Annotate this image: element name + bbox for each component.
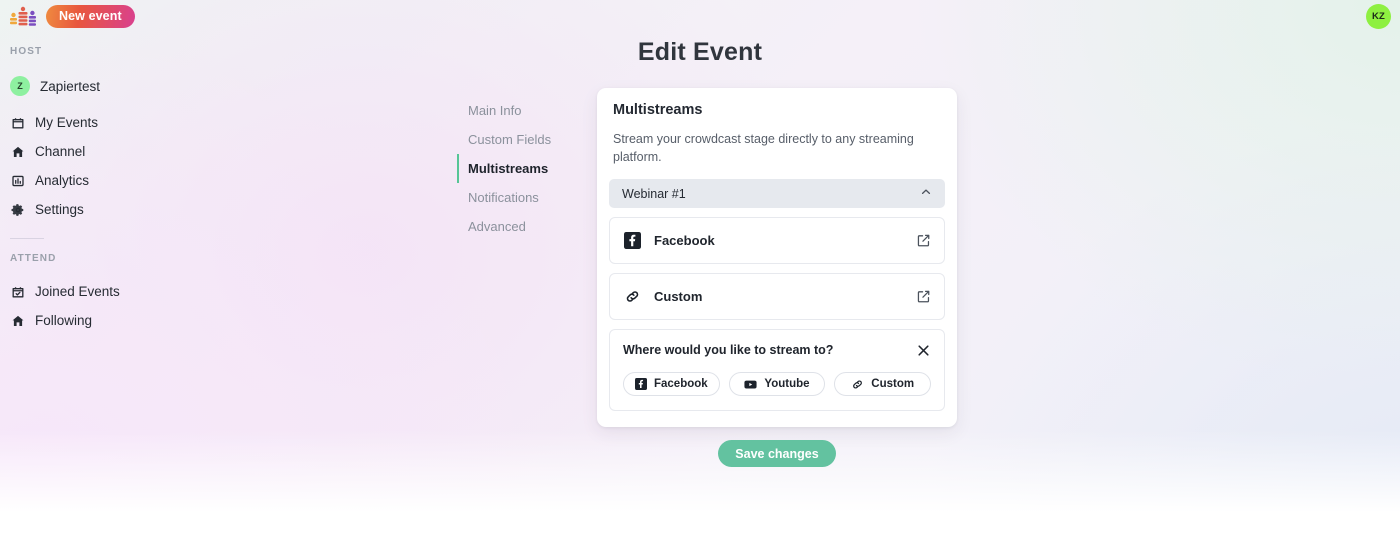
organization-avatar: Z	[10, 76, 30, 96]
picker-header: Where would you like to stream to?	[623, 342, 931, 358]
gear-icon	[10, 202, 25, 217]
stream-destination-facebook[interactable]: Facebook	[609, 217, 945, 265]
picker-options: Facebook Youtube Custom	[623, 372, 932, 397]
sidebar-item-joined-events[interactable]: Joined Events	[0, 277, 210, 306]
sidebar-divider	[10, 238, 44, 239]
tab-notifications[interactable]: Notifications	[457, 183, 577, 212]
sidebar-item-channel[interactable]: Channel	[0, 137, 210, 166]
save-changes-button[interactable]: Save changes	[718, 440, 836, 467]
picker-option-custom[interactable]: Custom	[834, 372, 932, 397]
page-title: Edit Event	[637, 38, 763, 66]
calendar-check-icon	[10, 284, 25, 299]
chart-icon	[10, 173, 25, 188]
picker-option-label: Facebook	[653, 378, 708, 391]
tab-advanced[interactable]: Advanced	[457, 212, 577, 241]
accordion-webinar-header[interactable]: Webinar #1	[609, 179, 945, 209]
crowdcast-bars-logo[interactable]	[8, 6, 38, 28]
youtube-icon	[744, 378, 757, 391]
link-chain-icon	[623, 288, 641, 305]
sidebar-item-label: Settings	[35, 202, 84, 217]
sidebar-item-settings[interactable]: Settings	[0, 195, 210, 224]
card-description: Stream your crowdcast stage directly to …	[613, 132, 914, 165]
sidebar-item-label: My Events	[35, 115, 99, 130]
sidebar-item-following[interactable]: Following	[0, 306, 210, 335]
home-icon	[10, 144, 25, 159]
picker-option-youtube[interactable]: Youtube	[728, 372, 826, 397]
picker-option-facebook[interactable]: Facebook	[623, 372, 720, 397]
link-chain-icon	[851, 378, 864, 391]
sidebar-item-my-events[interactable]: My Events	[0, 108, 210, 137]
sidebar-section-attend: ATTEND	[10, 253, 57, 264]
sidebar-item-label: Following	[35, 313, 93, 328]
sidebar-item-label: Zapiertest	[40, 78, 101, 94]
stream-destination-label: Custom	[654, 289, 703, 305]
card-title: Multistreams	[613, 102, 703, 118]
multistreams-card: Multistreams Stream your crowdcast stage…	[597, 88, 957, 428]
sidebar-item-analytics[interactable]: Analytics	[0, 166, 210, 195]
facebook-icon	[634, 378, 647, 391]
calendar-icon	[10, 115, 25, 130]
top-bar: New event KZ	[0, 0, 1400, 34]
home-icon	[10, 313, 25, 328]
avatar[interactable]: KZ	[1366, 4, 1391, 29]
sidebar-item-label: Channel	[35, 144, 86, 159]
accordion-label: Webinar #1	[622, 186, 686, 201]
stream-destination-picker: Where would you like to stream to? Faceb…	[609, 329, 945, 412]
sidebar-item-label: Joined Events	[35, 284, 120, 299]
stream-destination-custom[interactable]: Custom	[609, 273, 945, 321]
picker-option-label: Youtube	[764, 378, 810, 391]
edit-square-icon[interactable]	[914, 288, 932, 306]
edit-square-icon[interactable]	[914, 232, 932, 250]
stream-destination-label: Facebook	[654, 233, 715, 249]
facebook-icon	[623, 232, 641, 250]
tab-custom-fields[interactable]: Custom Fields	[457, 125, 577, 154]
sidebar: HOST Z Zapiertest My Events Channel Anal…	[0, 46, 210, 335]
new-event-button[interactable]: New event	[46, 5, 135, 28]
picker-option-label: Custom	[871, 378, 915, 391]
close-icon[interactable]	[915, 342, 931, 358]
sidebar-item-label: Analytics	[35, 173, 90, 188]
sidebar-item-organization[interactable]: Z Zapiertest	[0, 70, 210, 102]
picker-title: Where would you like to stream to?	[623, 343, 834, 358]
save-button-container: Save changes	[597, 440, 957, 467]
tab-multistreams[interactable]: Multistreams	[457, 154, 577, 183]
section-nav: Main Info Custom Fields Multistreams Not…	[457, 96, 577, 241]
tab-main-info[interactable]: Main Info	[457, 96, 577, 125]
chevron-up-icon[interactable]	[920, 186, 932, 201]
